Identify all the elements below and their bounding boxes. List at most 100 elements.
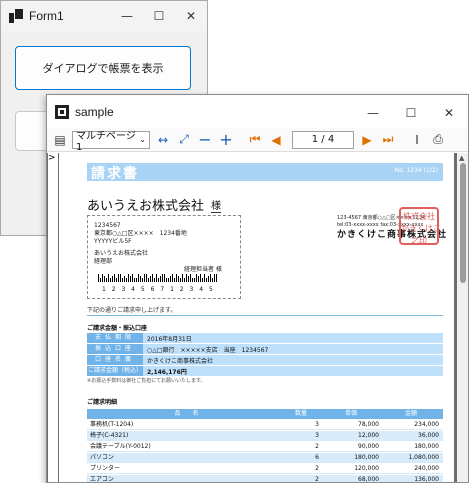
barcode-bar [114,274,115,282]
item-name: 事務机(T-1204) [90,421,134,428]
item-qty: 3 [315,421,319,428]
item-price: 78,000 [358,421,379,428]
billing-note: ※お振込手数料は御社ご負担にてお願いいたします。 [87,378,206,384]
thumbnail-icon[interactable]: ▤ [51,131,69,149]
barcode-bar [194,278,195,282]
barcode-bar [140,276,141,282]
header-qty: 数量 [294,410,307,417]
close-button[interactable]: ✕ [175,1,207,31]
page-mode-value: マルチページ1 [76,130,136,153]
barcode-bar [216,274,217,282]
next-page-icon[interactable]: ▶ [358,131,376,149]
item-price: 180,000 [354,454,379,461]
barcode-bar [158,278,159,282]
barcode-bar [188,276,189,282]
item-amount: 180,000 [414,443,439,450]
item-price: 12,000 [358,432,379,439]
sample-close-button[interactable]: ✕ [430,97,468,130]
billing-label: 振込口座 [87,344,143,354]
billing-label: 支払期限 [87,333,143,343]
billing-row: 口座名義 かきくけこ商事株式会社 [87,355,443,365]
show-dialog-button[interactable]: ダイアログで帳票を表示 [15,46,191,90]
maximize-button[interactable]: ☐ [143,1,175,31]
barcode-bar [134,278,135,282]
barcode-bar [200,274,201,282]
zoom-in-icon[interactable]: + [217,130,235,149]
scrollbar-thumb[interactable] [460,163,466,283]
barcode-bar [206,278,207,282]
page-indicator[interactable]: 1 / 4 [292,130,354,149]
barcode-bar [146,274,147,282]
barcode-bar [160,276,161,282]
item-name: プリンター [90,465,121,472]
barcode-bar [144,274,145,282]
minimize-button[interactable]: — [111,1,143,31]
item-name: エアコン [90,476,115,483]
report-viewer[interactable]: > 請求書 No. 1234 (1/2) あいうえお株式会社 様 1234567… [47,153,468,483]
first-page-icon[interactable]: ⏮ [246,131,264,149]
barcode-bar [190,274,191,282]
billing-value: ○△□銀行 ×××××支店 当座 1234567 [147,346,269,354]
zoom-out-icon[interactable]: − [196,130,214,149]
address-dept: 経理部 [94,258,113,265]
barcode-bar [210,274,211,282]
fit-page-icon[interactable]: ⤢ [175,131,193,149]
maximize-icon: ☐ [405,106,417,120]
barcode-bar [104,276,105,282]
form1-title: Form1 [29,9,64,23]
item-price: 68,000 [358,476,379,483]
item-name: 会議テーブル(Y-0012) [90,443,151,450]
barcode-bar [170,276,171,282]
billing-row: ご請求金額（税込） 2,146,176円 [87,366,443,376]
sample-minimize-button[interactable]: — [354,97,392,130]
print-icon[interactable]: ⎙ [429,131,447,149]
barcode-bar [150,276,151,282]
table-row: パソコン 6 180,000 1,080,000 [87,453,443,463]
divider [87,315,443,316]
items-table-header: 品 名 数量 単価 金額 [87,409,443,419]
cursor-icon[interactable]: I [408,131,426,149]
table-row: 椅子(C-4321) 3 12,000 36,000 [87,431,443,441]
item-qty: 2 [315,465,319,472]
sample-titlebar[interactable]: sample — ☐ ✕ [47,95,468,128]
viewer-toolbar: ▤ マルチページ1 ⌄ ↔ ⤢ − + ⏮ ◀ 1 / 4 ▶ ⏭ I ⎙ [47,128,468,153]
close-icon: ✕ [185,9,197,23]
fit-width-icon[interactable]: ↔ [154,131,172,149]
barcode-bar [168,278,169,282]
prev-page-icon[interactable]: ◀ [267,131,285,149]
address-line2: YYYYYビル5F [94,238,132,245]
header-price: 単価 [344,410,357,417]
barcode-bar [110,278,111,282]
barcode-bar [178,276,179,282]
barcode-bar [186,274,187,282]
barcode-bar [212,278,213,282]
barcode-bar [192,278,193,282]
page-mode-select[interactable]: マルチページ1 ⌄ [72,130,150,153]
form1-titlebar[interactable]: Form1 — ☐ ✕ [1,1,207,31]
barcode-bar [120,274,121,282]
table-row: 会議テーブル(Y-0012) 2 90,000 180,000 [87,442,443,452]
last-page-icon[interactable]: ⏭ [379,131,397,149]
barcode-bar [136,278,137,282]
barcode-bar [156,274,157,282]
billing-value: 2,146,176円 [147,368,187,376]
minimize-icon: — [121,9,133,23]
barcode-bar [130,276,131,282]
sample-maximize-button[interactable]: ☐ [392,97,430,130]
item-qty: 2 [315,443,319,450]
customer-name: あいうえお株式会社 [87,199,205,214]
barcode-bar [152,274,153,282]
vertical-scrollbar[interactable]: ▲ [457,153,468,482]
barcode-bar [196,274,197,282]
section-billing-title: ご請求金額・振込口座 [87,325,148,332]
item-price: 90,000 [358,443,379,450]
scroll-up-icon[interactable]: ▲ [459,154,464,162]
app-icon [9,9,23,23]
address-zip: 1234567 [94,222,121,229]
report-app-icon [55,104,69,119]
header-name: 品 名 [174,410,199,417]
postal-barcode [98,274,218,282]
barcode-bar [202,278,203,282]
header-amount: 金額 [404,410,417,417]
barcode-bar [98,274,99,282]
